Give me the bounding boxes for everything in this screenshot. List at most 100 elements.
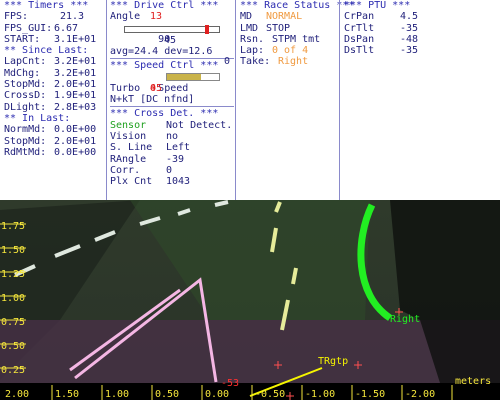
in-last-label: RdMtMd: xyxy=(4,146,47,158)
cross-label: Vision xyxy=(110,130,147,142)
in-last-title: ** In Last: xyxy=(4,112,71,124)
speed-title: *** Speed Ctrl *** xyxy=(110,60,219,72)
right-label: Right xyxy=(390,314,421,325)
since-value: 1.9E+01 xyxy=(54,90,97,102)
drive-section: *** Drive Ctrl *** Angle13 90 0 45 avg=2… xyxy=(110,0,234,200)
md-value: NORMAL xyxy=(266,11,303,23)
in-last-value: 2.0E+01 xyxy=(54,135,97,147)
lmd-value: STOP xyxy=(266,22,291,34)
x-tick-label: 0.50 xyxy=(155,389,180,400)
since-label: MdChg: xyxy=(4,67,41,79)
avg-text: avg=24.4 xyxy=(110,45,159,57)
lap-label: Lap: xyxy=(240,45,265,57)
ptu-label: DsTlt xyxy=(344,45,375,57)
ptu-value: -48 xyxy=(400,33,419,45)
angle-center-label: 45 xyxy=(163,34,177,46)
y-tick-label: 0.25 xyxy=(1,365,26,376)
since-label: CrossD: xyxy=(4,90,47,102)
x-tick-label: -0.50 xyxy=(255,389,286,400)
y-tick-label: 1.75 xyxy=(1,221,26,232)
cross-label: Corr. xyxy=(110,164,141,176)
target-label: TRgtp xyxy=(318,356,349,367)
fps-value: 21.3 xyxy=(60,11,85,23)
ptu-label: DsPan xyxy=(344,33,375,45)
speed-bar xyxy=(166,73,220,82)
y-tick-label: 1.25 xyxy=(1,269,26,280)
since-value: 2.0E+01 xyxy=(54,79,97,91)
ptu-label: CrPan xyxy=(344,11,375,23)
x-tick-label: 2.00 xyxy=(5,389,30,400)
column-divider xyxy=(339,0,340,200)
camera-overlay xyxy=(0,200,500,400)
lmd-label: LMD xyxy=(240,22,259,34)
since-label: StopMd: xyxy=(4,79,47,91)
ptu-title: *** PTU *** xyxy=(344,0,411,11)
since-value: 2.8E+03 xyxy=(54,101,97,113)
column-divider xyxy=(235,0,236,200)
cross-value: 1043 xyxy=(166,176,191,188)
nkt-text: N+kT [DC nfnd] xyxy=(110,94,195,106)
fpsgui-value: 6.67 xyxy=(54,22,79,34)
dev-text: dev=12.6 xyxy=(164,45,213,57)
cross-value: -39 xyxy=(166,153,185,165)
in-last-label: NormMd: xyxy=(4,124,47,136)
cross-value: Not Detect. xyxy=(166,119,233,131)
speed-bar-fill xyxy=(167,74,201,81)
angle-slider-thumb[interactable] xyxy=(204,24,209,34)
angle-slider[interactable] xyxy=(124,24,220,34)
ptu-label: CrTlt xyxy=(344,22,375,34)
drive-title: *** Drive Ctrl *** xyxy=(110,0,219,11)
marker-label: -53 xyxy=(221,378,240,389)
cross-value: Left xyxy=(166,142,191,154)
race-status-section: *** Race Status *** MD NORMAL LMD STOP Rsn… xyxy=(240,0,355,200)
take-value: Right xyxy=(278,56,309,68)
since-value: 3.2E+01 xyxy=(54,56,97,68)
cross-value: 0 xyxy=(166,164,173,176)
cross-label: S. Line xyxy=(110,142,153,154)
ptu-section: *** PTU *** CrPan 4.5 CrTlt -35 DsPan -48 D… xyxy=(344,0,444,200)
cross-label: Plx Cnt xyxy=(110,176,153,188)
take-label: Take: xyxy=(240,56,271,68)
ptu-value: 4.5 xyxy=(400,11,419,23)
y-tick-label: 1.00 xyxy=(1,293,26,304)
in-last-value: 0.0E+00 xyxy=(54,124,97,136)
timers-section: *** Timers *** FPS: 21.3 FPS_GUI: 6.67 STA… xyxy=(4,0,104,200)
x-tick-label: 1.50 xyxy=(55,389,80,400)
angle-value: 13 xyxy=(150,11,163,23)
fpsgui-label: FPS_GUI: xyxy=(4,22,53,34)
x-tick-label: -2.00 xyxy=(405,389,436,400)
timers-title: *** Timers *** xyxy=(4,0,89,11)
since-label: DLight: xyxy=(4,101,47,113)
turbo-label: Turbo xyxy=(110,82,141,94)
ptu-value: -35 xyxy=(400,45,419,57)
cross-label: Sensor xyxy=(110,119,147,131)
cross-title: *** Cross Det. *** xyxy=(110,108,219,120)
since-label: LapCnt: xyxy=(4,56,47,68)
status-panel: *** Timers *** FPS: 21.3 FPS_GUI: 6.67 STA… xyxy=(0,0,500,200)
since-value: 3.2E+01 xyxy=(54,67,97,79)
camera-view: -53 TRgtp Right meters 1.75 1.50 1.25 1.… xyxy=(0,200,500,400)
angle-label: Angle xyxy=(110,11,141,23)
x-tick-label: 0.00 xyxy=(205,389,230,400)
column-divider xyxy=(106,0,107,200)
fps-label: FPS: xyxy=(4,11,29,23)
y-tick-label: 0.75 xyxy=(1,317,26,328)
y-tick-label: 0.50 xyxy=(1,341,26,352)
start-value: 3.1E+01 xyxy=(54,33,97,45)
x-tick-label: 1.00 xyxy=(105,389,130,400)
md-label: MD xyxy=(240,11,253,23)
ptu-value: -35 xyxy=(400,22,419,34)
x-tick-label: -1.50 xyxy=(355,389,386,400)
turbo-value: 0 xyxy=(150,82,157,94)
x-unit-label: meters xyxy=(455,376,492,387)
cross-label: RAngle xyxy=(110,153,147,165)
vision-telemetry-screen: *** Timers *** FPS: 21.3 FPS_GUI: 6.67 STA… xyxy=(0,0,500,400)
cross-value: no xyxy=(166,130,179,142)
rsn-label: Rsn. xyxy=(240,33,265,45)
race-title: *** Race Status *** xyxy=(240,0,355,11)
lap-value: 0 of 4 xyxy=(272,45,309,57)
x-tick-label: -1.00 xyxy=(305,389,336,400)
start-label: START: xyxy=(4,33,41,45)
since-last-title: ** Since Last: xyxy=(4,45,89,57)
in-last-label: StopMd: xyxy=(4,135,47,147)
